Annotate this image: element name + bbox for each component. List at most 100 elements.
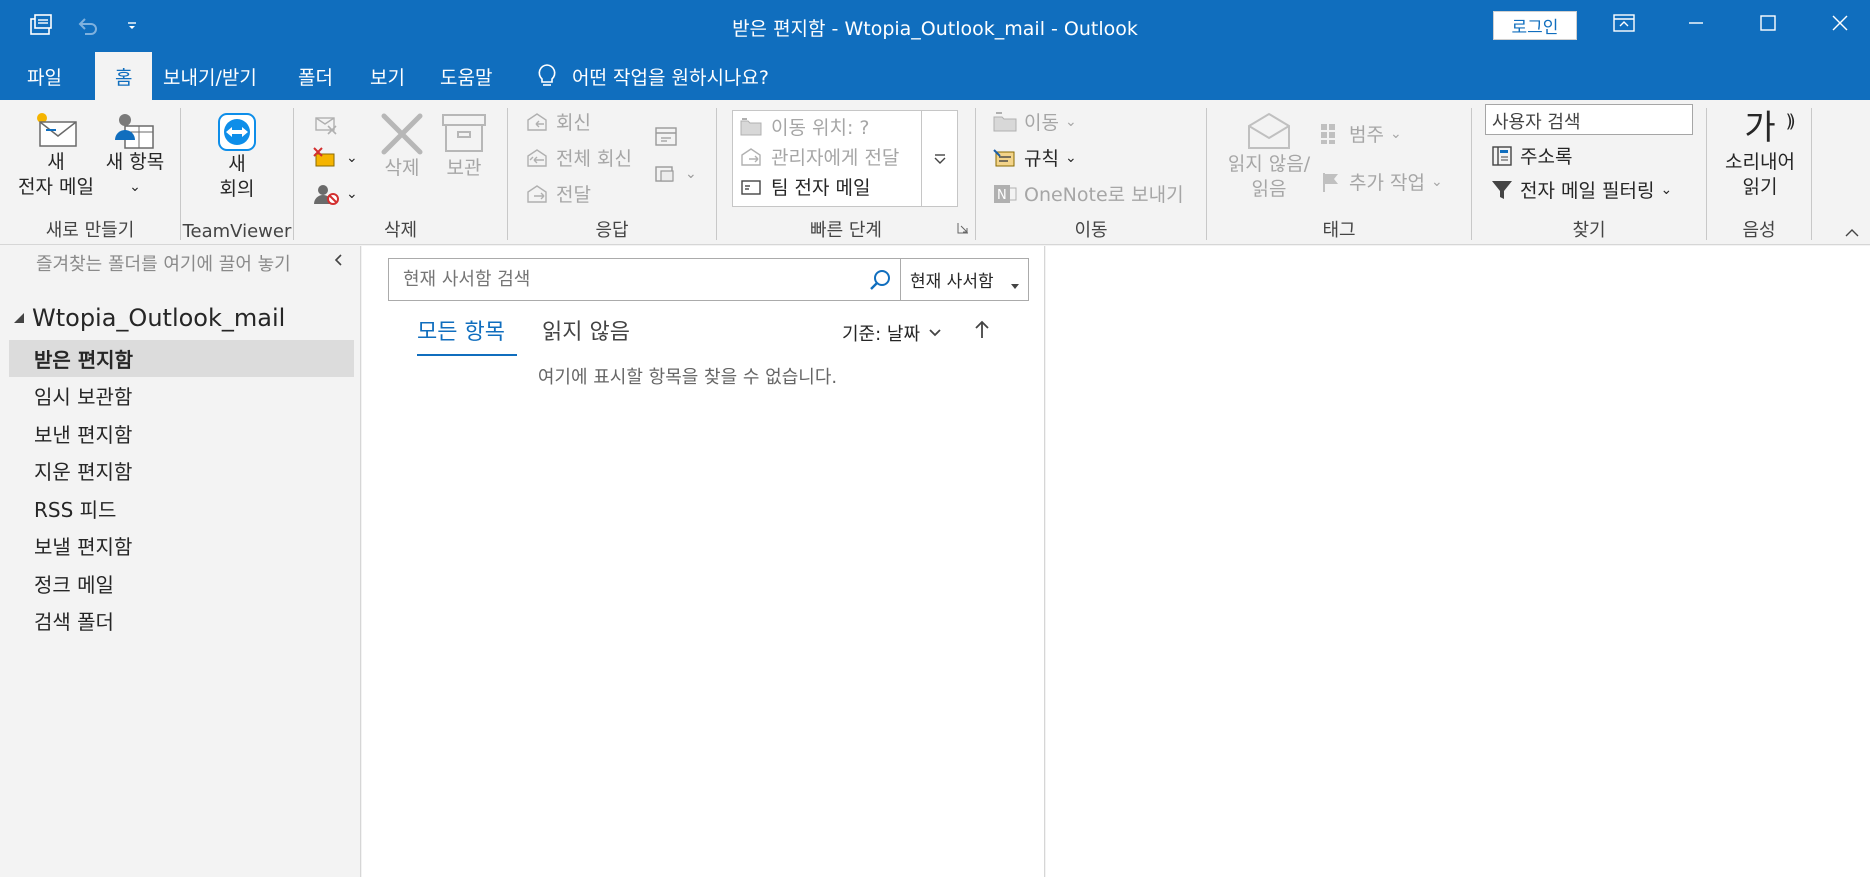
search-people-input[interactable]: 사용자 검색 bbox=[1485, 104, 1693, 135]
new-meeting-label-2: 회의 bbox=[219, 178, 255, 200]
read-aloud-glyph: 가 bbox=[1744, 108, 1776, 148]
close-icon[interactable] bbox=[1804, 0, 1870, 46]
read-aloud-button[interactable]: 가)) 소리내어 읽기 bbox=[1715, 106, 1805, 200]
folder-search-folders[interactable]: 검색 폴더 bbox=[9, 602, 354, 639]
read-aloud-icon: 가)) bbox=[1744, 108, 1795, 148]
reply-all-icon bbox=[527, 148, 547, 167]
forward-button[interactable]: 전달 bbox=[524, 180, 591, 207]
group-quick-steps: 빠른 단계 bbox=[717, 106, 975, 242]
reply-all-button[interactable]: 전체 회신 bbox=[524, 144, 632, 171]
tab-unread[interactable]: 읽지 않음 bbox=[542, 314, 630, 346]
folder-outbox[interactable]: 보낼 편지함 bbox=[9, 527, 354, 564]
sort-by-dropdown[interactable]: 기준: 날짜 bbox=[842, 320, 942, 346]
tab-home[interactable]: 홈 bbox=[95, 52, 153, 100]
account-node[interactable]: Wtopia_Outlook_mail bbox=[12, 304, 285, 332]
new-meeting-button[interactable]: 새 회의 bbox=[199, 112, 275, 202]
categorize-button[interactable]: 범주 ⌄ bbox=[1319, 120, 1402, 147]
tab-send-receive[interactable]: 보내기/받기 bbox=[163, 52, 257, 100]
login-button[interactable]: 로그인 bbox=[1493, 11, 1577, 40]
sort-by-label: 기준: 날짜 bbox=[842, 324, 921, 345]
minimize-icon[interactable] bbox=[1660, 0, 1732, 46]
search-icon[interactable] bbox=[860, 268, 900, 292]
chevron-down-icon: ⌄ bbox=[129, 179, 141, 195]
tab-folder[interactable]: 폴더 bbox=[298, 52, 333, 100]
ignore-button[interactable] bbox=[312, 112, 340, 136]
folder-junk-email[interactable]: 정크 메일 bbox=[9, 565, 354, 602]
chevron-down-icon: ⌄ bbox=[346, 150, 358, 166]
quick-steps-launcher-icon[interactable] bbox=[957, 219, 969, 238]
reply-button[interactable]: 회신 bbox=[524, 108, 591, 135]
move-label: 이동 bbox=[1024, 112, 1059, 134]
tell-me-box[interactable]: 어떤 작업을 원하시나요? bbox=[536, 52, 769, 100]
undo-icon[interactable] bbox=[76, 0, 100, 52]
chevron-down-icon: ⌄ bbox=[1064, 113, 1077, 130]
group-new-label: 새로 만들기 bbox=[45, 220, 135, 241]
search-input[interactable] bbox=[389, 260, 860, 299]
folder-rss-feeds[interactable]: RSS 피드 bbox=[9, 490, 354, 527]
maximize-icon[interactable] bbox=[1732, 0, 1804, 46]
delete-x-icon bbox=[381, 113, 423, 155]
meeting-reply-button[interactable] bbox=[653, 124, 679, 148]
favorites-hint: 즐겨찾는 폴더를 여기에 끌어 놓기 bbox=[36, 254, 291, 275]
envelope-open-icon bbox=[1248, 112, 1290, 149]
chevron-down-icon: ⌄ bbox=[1064, 149, 1077, 166]
delete-button[interactable]: 삭제 bbox=[372, 112, 432, 181]
address-book-button[interactable]: 주소록 bbox=[1490, 142, 1572, 169]
group-move-label: 이동 bbox=[1074, 220, 1108, 241]
send-receive-all-icon[interactable] bbox=[28, 0, 54, 52]
customize-qat-icon[interactable] bbox=[126, 0, 138, 52]
search-scope-dropdown[interactable]: 현재 사서함 bbox=[900, 258, 1029, 301]
folder-sent-items[interactable]: 보낸 편지함 bbox=[9, 415, 354, 452]
ignore-icon bbox=[315, 117, 337, 135]
active-tab-underline bbox=[417, 354, 517, 356]
move-button[interactable]: 이동 ⌄ bbox=[992, 108, 1077, 135]
mailbox-search-box[interactable] bbox=[388, 258, 901, 301]
read-aloud-label-1: 소리내어 bbox=[1725, 151, 1795, 173]
archive-button[interactable]: 보관 bbox=[434, 112, 494, 181]
rules-button[interactable]: 규칙 ⌄ bbox=[992, 144, 1077, 171]
new-email-button[interactable]: 새 전자 메일 bbox=[14, 110, 98, 200]
chevron-down-icon bbox=[929, 329, 941, 337]
chevron-down-icon: ⌄ bbox=[1660, 181, 1673, 198]
rules-label: 규칙 bbox=[1024, 148, 1059, 170]
move-folder-icon bbox=[993, 111, 1017, 131]
clean-up-button[interactable]: ⌄ bbox=[312, 146, 358, 170]
group-new: 새 전자 메일 새 항목 ⌄ 새로 만들기 bbox=[0, 106, 180, 242]
group-quick-steps-label: 빠른 단계 bbox=[810, 220, 882, 241]
chevron-down-icon: ⌄ bbox=[1430, 173, 1443, 190]
group-tags: 읽지 않음/ 읽음 범주 ⌄ 추가 작업 ⌄ 태그 bbox=[1207, 106, 1471, 242]
search-scope-value: 현재 사서함 bbox=[910, 272, 994, 292]
collapse-ribbon-icon[interactable] bbox=[1844, 224, 1860, 243]
follow-up-button[interactable]: 추가 작업 ⌄ bbox=[1319, 168, 1443, 195]
address-book-label: 주소록 bbox=[1520, 146, 1573, 168]
reply-all-label: 전체 회신 bbox=[556, 148, 632, 170]
new-items-button[interactable]: 새 항목 ⌄ bbox=[98, 110, 172, 200]
new-items-label: 새 항목 bbox=[105, 151, 165, 173]
follow-up-label: 추가 작업 bbox=[1349, 172, 1425, 194]
filter-email-button[interactable]: 전자 메일 필터링 ⌄ bbox=[1490, 176, 1672, 203]
tab-view[interactable]: 보기 bbox=[370, 52, 405, 100]
collapse-folder-pane-icon[interactable] bbox=[333, 251, 343, 272]
ribbon-display-options-icon[interactable] bbox=[1588, 0, 1660, 46]
chevron-down-icon: ⌄ bbox=[685, 166, 697, 182]
more-respond-icon bbox=[655, 166, 674, 182]
lightbulb-icon bbox=[538, 64, 556, 86]
more-respond-button[interactable]: ⌄ bbox=[653, 162, 697, 186]
folder-inbox[interactable]: 받은 편지함 bbox=[9, 340, 354, 377]
tab-file[interactable]: 파일 bbox=[27, 52, 62, 100]
junk-button[interactable]: ⌄ bbox=[312, 182, 358, 206]
calendar-icon bbox=[655, 127, 677, 146]
unread-read-button[interactable]: 읽지 않음/ 읽음 bbox=[1219, 110, 1319, 202]
folder-pane: 즐겨찾는 폴더를 여기에 끌어 놓기 Wtopia_Outlook_mail 받… bbox=[0, 246, 361, 877]
send-to-onenote-button[interactable]: N OneNote로 보내기 bbox=[992, 180, 1184, 207]
folder-drafts[interactable]: 임시 보관함 bbox=[9, 377, 354, 414]
tab-all-items[interactable]: 모든 항목 bbox=[417, 314, 517, 356]
group-speech: 가)) 소리내어 읽기 음성 bbox=[1707, 106, 1811, 242]
folder-deleted-items[interactable]: 지운 편지함 bbox=[9, 452, 354, 489]
tab-help[interactable]: 도움말 bbox=[440, 52, 492, 100]
sort-direction-icon[interactable] bbox=[974, 319, 990, 343]
reply-label: 회신 bbox=[556, 112, 591, 134]
group-find-label: 찾기 bbox=[1572, 220, 1606, 241]
filter-icon bbox=[1492, 180, 1512, 199]
tell-me-text: 어떤 작업을 원하시나요? bbox=[572, 66, 769, 89]
